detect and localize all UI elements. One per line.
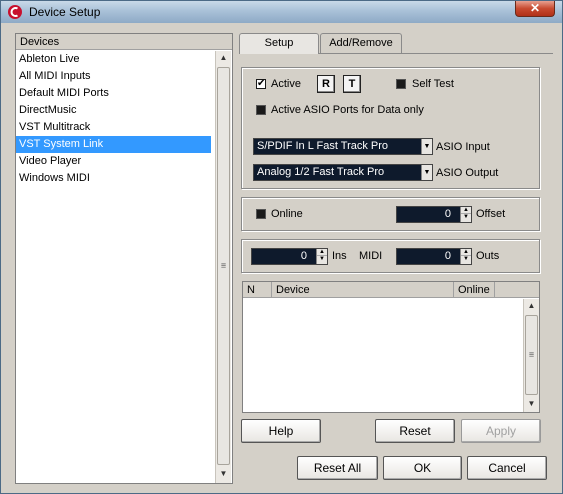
midi-ins-label: Ins (332, 250, 347, 262)
tab-setup-label: Setup (264, 37, 294, 49)
device-setup-window: Device Setup ✕ Devices Ableton Live All … (0, 0, 563, 494)
device-table-scrollbar[interactable]: ▲ ≡ ▼ (523, 299, 539, 412)
offset-spin-buttons[interactable]: ▲ ▼ (460, 207, 471, 222)
column-header-spacer (495, 282, 539, 298)
window-title: Device Setup (29, 5, 101, 19)
scroll-up-icon[interactable]: ▲ (524, 299, 539, 313)
midi-ins-stepper[interactable]: 0 ▲ ▼ (251, 248, 328, 265)
device-item-video-player[interactable]: Video Player (16, 153, 211, 170)
offset-value: 0 (444, 208, 451, 220)
dialog-body: Devices Ableton Live All MIDI Inputs Def… (6, 25, 557, 489)
scrollbar-thumb[interactable]: ≡ (525, 315, 538, 395)
offset-label: Offset (476, 208, 506, 220)
chevron-down-icon: ▼ (421, 139, 432, 154)
ok-button[interactable]: OK (383, 456, 462, 480)
spin-up-icon[interactable]: ▲ (461, 249, 471, 256)
asio-output-select[interactable]: Analog 1/2 Fast Track Pro ▼ (253, 164, 433, 181)
cancel-button[interactable]: Cancel (467, 456, 547, 480)
online-checkbox[interactable] (256, 209, 266, 219)
t-button[interactable]: T (343, 75, 361, 93)
title-bar[interactable]: Device Setup ✕ (1, 1, 562, 23)
tab-add-remove[interactable]: Add/Remove (320, 33, 402, 53)
column-header-device[interactable]: Device (272, 282, 454, 298)
active-label: Active (271, 78, 301, 90)
grip-icon: ≡ (528, 349, 535, 360)
device-item-default-midi-ports[interactable]: Default MIDI Ports (16, 85, 211, 102)
midi-ins-value: 0 (300, 250, 307, 262)
asio-input-value: S/PDIF In L Fast Track Pro (257, 140, 389, 152)
cubase-logo-icon (8, 5, 22, 19)
chevron-down-icon: ▼ (421, 165, 432, 180)
midi-label: MIDI (359, 250, 383, 262)
system-link-device-table: N Device Online ▲ ≡ ▼ (242, 281, 540, 413)
device-item-directmusic[interactable]: DirectMusic (16, 102, 211, 119)
offset-stepper[interactable]: 0 ▲ ▼ (396, 206, 472, 223)
self-test-label: Self Test (412, 78, 454, 90)
column-header-online[interactable]: Online (454, 282, 495, 298)
reset-button[interactable]: Reset (375, 419, 455, 443)
device-item-windows-midi[interactable]: Windows MIDI (16, 170, 211, 187)
apply-button[interactable]: Apply (461, 419, 541, 443)
online-group: Online 0 ▲ ▼ Offset (241, 197, 540, 231)
device-item-all-midi-inputs[interactable]: All MIDI Inputs (16, 68, 211, 85)
tab-setup[interactable]: Setup (239, 33, 319, 54)
asio-data-only-label: Active ASIO Ports for Data only (271, 104, 424, 116)
active-checkbox[interactable] (256, 78, 266, 90)
online-label: Online (271, 208, 303, 220)
midi-outs-spin-buttons[interactable]: ▲ ▼ (460, 249, 471, 264)
spin-up-icon[interactable]: ▲ (317, 249, 327, 256)
reset-all-button[interactable]: Reset All (297, 456, 378, 480)
device-item-vst-system-link[interactable]: VST System Link (16, 136, 211, 153)
asio-input-select[interactable]: S/PDIF In L Fast Track Pro ▼ (253, 138, 433, 155)
midi-ports-group: 0 ▲ ▼ Ins MIDI 0 ▲ ▼ Outs (241, 239, 540, 273)
spin-down-icon[interactable]: ▼ (461, 214, 471, 221)
asio-input-label: ASIO Input (436, 141, 490, 153)
spin-up-icon[interactable]: ▲ (461, 207, 471, 214)
device-list-header: Devices (16, 34, 232, 50)
midi-outs-stepper[interactable]: 0 ▲ ▼ (396, 248, 472, 265)
midi-outs-value: 0 (444, 250, 451, 262)
close-button[interactable]: ✕ (515, 1, 555, 17)
self-test-checkbox[interactable] (396, 79, 406, 89)
help-button[interactable]: Help (241, 419, 321, 443)
spin-down-icon[interactable]: ▼ (317, 256, 327, 263)
device-item-ableton-live[interactable]: Ableton Live (16, 51, 211, 68)
asio-output-label: ASIO Output (436, 167, 499, 179)
asio-data-only-checkbox[interactable] (256, 105, 266, 115)
asio-output-value: Analog 1/2 Fast Track Pro (257, 166, 385, 178)
scroll-up-icon[interactable]: ▲ (216, 51, 231, 65)
device-list: Devices Ableton Live All MIDI Inputs Def… (15, 33, 233, 484)
tab-add-remove-label: Add/Remove (329, 37, 393, 49)
close-icon: ✕ (529, 1, 541, 15)
scroll-down-icon[interactable]: ▼ (524, 397, 539, 411)
midi-outs-label: Outs (476, 250, 500, 262)
midi-ins-spin-buttons[interactable]: ▲ ▼ (316, 249, 327, 264)
column-header-n[interactable]: N (243, 282, 272, 298)
scrollbar-thumb[interactable]: ≡ (217, 67, 230, 465)
spin-down-icon[interactable]: ▼ (461, 256, 471, 263)
r-button[interactable]: R (317, 75, 335, 93)
device-list-scrollbar[interactable]: ▲ ≡ ▼ (215, 51, 231, 483)
asio-settings-group: Active R T Self Test Active ASIO Ports f… (241, 67, 540, 189)
device-item-vst-multitrack[interactable]: VST Multitrack (16, 119, 211, 136)
scroll-down-icon[interactable]: ▼ (216, 467, 231, 481)
device-list-items: Ableton Live All MIDI Inputs Default MID… (16, 51, 211, 187)
grip-icon: ≡ (220, 260, 227, 271)
